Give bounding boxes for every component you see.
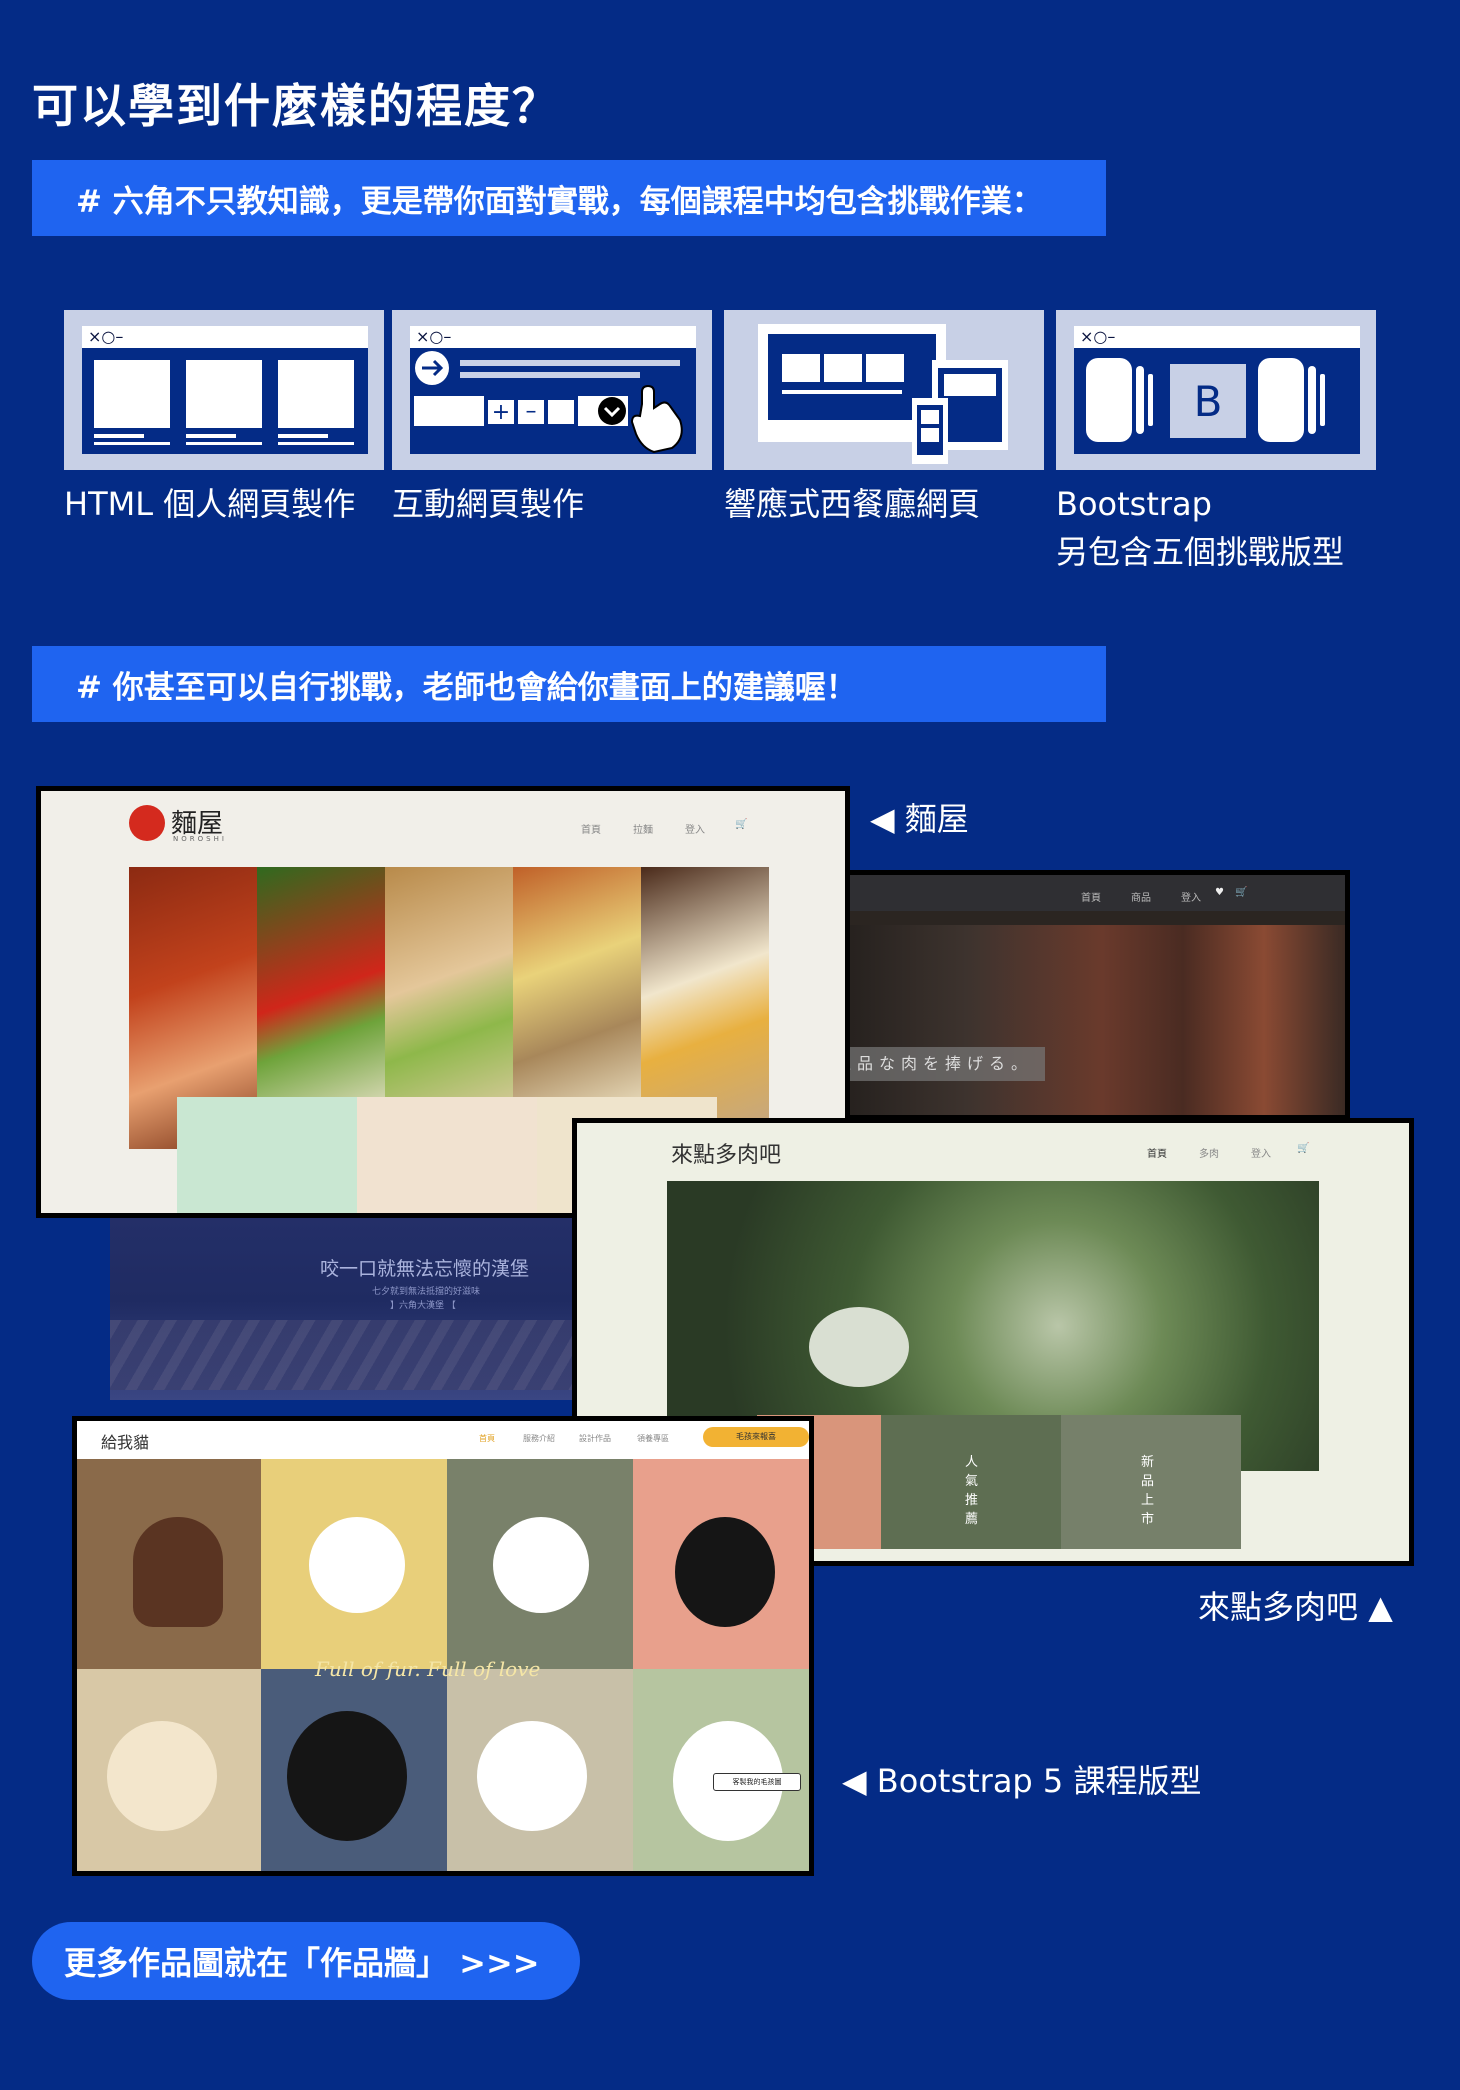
card-bootstrap: ×○– B xyxy=(1056,310,1376,470)
card-html-personal-page: ×○– xyxy=(64,310,384,470)
suggestion-banner: # 你甚至可以自行挑戰，老師也會給你畫面上的建議喔！ xyxy=(32,646,1106,722)
window-controls: ×○– xyxy=(82,326,368,348)
svg-text:–: – xyxy=(526,399,537,424)
tile-label[interactable]: 人氣推薦 xyxy=(965,1453,981,1529)
window-controls: ×○– xyxy=(410,326,696,348)
pets-tagline: Full of fur. Full of love xyxy=(315,1657,541,1681)
nav-link[interactable]: 領養專區 xyxy=(637,1433,669,1444)
caption-succulent: 來點多肉吧 ▲ xyxy=(1198,1588,1393,1626)
nav-link[interactable]: 商品 xyxy=(1131,889,1151,904)
card-label: 響應式西餐廳網頁 xyxy=(724,485,981,523)
caption-ramen: ◀ 麵屋 xyxy=(870,800,969,838)
screenshot-meat-site: 首頁 商品 登入 ♥ 🛒 番上品な肉を捧げる。 xyxy=(800,870,1350,1120)
nav-link[interactable]: 首頁 xyxy=(1081,889,1101,904)
svg-text:+: + xyxy=(492,400,510,425)
nav-link[interactable]: 首頁 xyxy=(479,1433,495,1444)
heart-icon[interactable]: ♥ xyxy=(1215,887,1224,898)
cart-icon[interactable]: 🛒 xyxy=(735,819,747,830)
interactive-ui-icon: ×○– + – xyxy=(410,326,696,454)
cart-icon[interactable]: 🛒 xyxy=(1297,1143,1309,1154)
responsive-devices-icon xyxy=(758,324,1008,464)
card-label: Bootstrap 另包含五個挑戰版型 xyxy=(1056,485,1345,571)
caption-bootstrap: ◀ Bootstrap 5 課程版型 xyxy=(842,1762,1202,1800)
card-responsive-restaurant xyxy=(724,310,1044,470)
page-title: 可以學到什麼樣的程度？ xyxy=(32,79,560,133)
nav-link[interactable]: 首頁 xyxy=(581,821,601,836)
nav-link[interactable]: 登入 xyxy=(1181,889,1201,904)
bootstrap-carousel-icon: ×○– B xyxy=(1074,326,1360,454)
left-triangle-icon: ◀ xyxy=(870,800,895,838)
window-controls: ×○– xyxy=(1074,326,1360,348)
pets-logo: 給我貓 xyxy=(101,1433,150,1452)
card-interactive-page: ×○– + – xyxy=(392,310,712,470)
webpage-layout-icon: ×○– xyxy=(82,326,368,454)
nav-link[interactable]: 拉麵 xyxy=(633,821,653,836)
cart-icon[interactable]: 🛒 xyxy=(1235,887,1247,898)
hero-subtitle: 】六角大漢堡 【 xyxy=(390,1301,456,1311)
up-triangle-icon: ▲ xyxy=(1368,1588,1393,1626)
ramen-logo-sub: NOROSHI xyxy=(173,835,227,843)
card-label: HTML 個人網頁製作 xyxy=(64,485,356,523)
nav-link[interactable]: 多肉 xyxy=(1199,1145,1219,1160)
ramen-logo-icon xyxy=(129,805,165,841)
hero-subtitle: 七夕就到無法抵擋的好滋味 xyxy=(372,1287,481,1297)
nav-link[interactable]: 服務介紹 xyxy=(523,1433,555,1444)
nav-link[interactable]: 設計作品 xyxy=(579,1433,611,1444)
nav-link[interactable]: 登入 xyxy=(1251,1145,1271,1160)
pets-cta-button[interactable]: 毛孩來報喜 xyxy=(703,1427,809,1447)
succulent-logo: 來點多肉吧 xyxy=(671,1143,782,1168)
bootstrap-letter: B xyxy=(1194,377,1223,426)
nav-link[interactable]: 首頁 xyxy=(1147,1145,1167,1160)
portfolio-wall-button[interactable]: 更多作品圖就在「作品牆」 >>> xyxy=(32,1922,580,2000)
card-label: 互動網頁製作 xyxy=(392,485,585,523)
nav-link[interactable]: 登入 xyxy=(685,821,705,836)
screenshot-pets-site: 給我貓 首頁 服務介紹 設計作品 領養專區 毛孩來報喜 Full of fur.… xyxy=(72,1416,814,1876)
tile-label[interactable]: 新品上市 xyxy=(1141,1453,1157,1529)
challenge-banner: # 六角不只教知識，更是帶你面對實戰，每個課程中均包含挑戰作業： xyxy=(32,160,1106,236)
pets-tag: 客製我的毛孩圖 xyxy=(713,1773,801,1791)
hero-title: 咬一口就無法忘懷的漢堡 xyxy=(320,1258,530,1280)
left-triangle-icon: ◀ xyxy=(842,1762,867,1800)
